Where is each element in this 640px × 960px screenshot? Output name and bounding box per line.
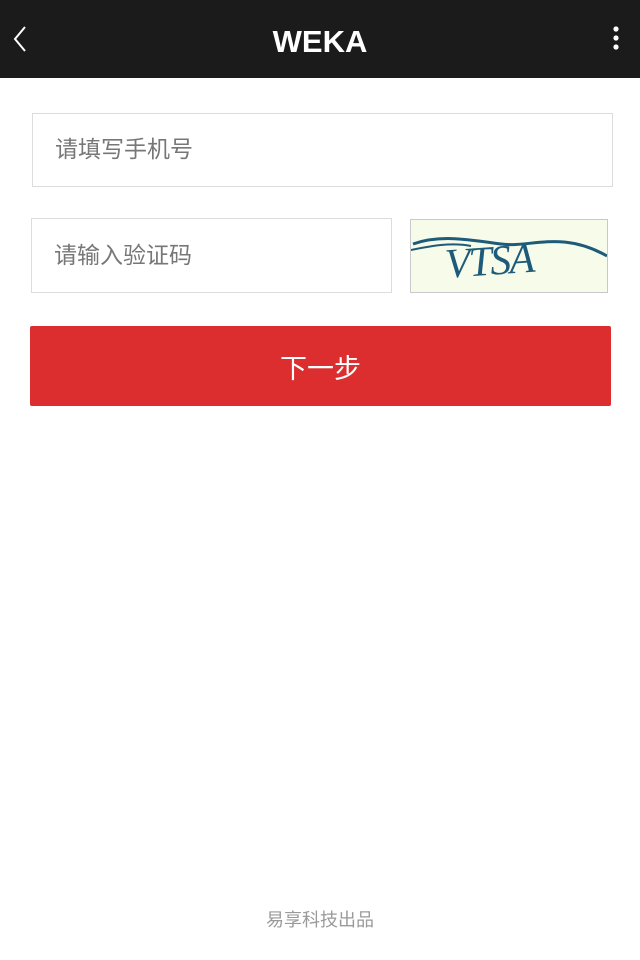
footer-credit: 易享科技出品: [266, 910, 374, 931]
more-vertical-icon: [613, 26, 619, 50]
captcha-code-input[interactable]: [31, 218, 392, 293]
phone-input[interactable]: [32, 113, 613, 187]
top-bar: WEKA: [0, 0, 640, 78]
page-title: WEKA: [272, 24, 368, 59]
more-menu-button[interactable]: [580, 0, 640, 78]
captcha-text: VTSA: [444, 236, 537, 288]
next-step-button[interactable]: 下一步: [30, 326, 611, 406]
captcha-image[interactable]: VTSA: [410, 219, 608, 293]
